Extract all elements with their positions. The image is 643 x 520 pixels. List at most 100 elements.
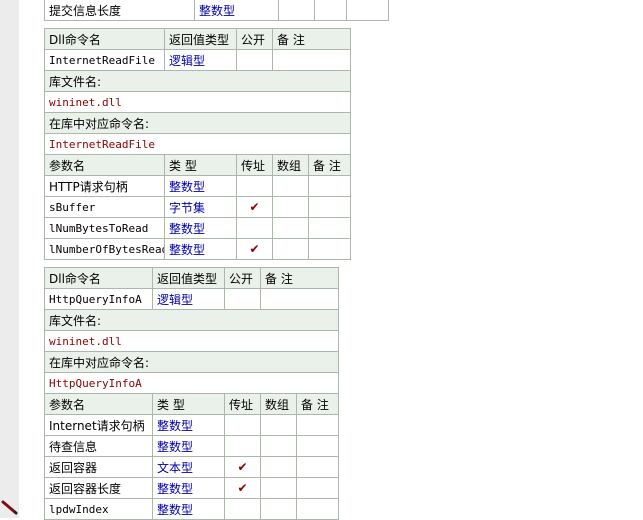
table-row[interactable]: lNumberOfBytesRead 整数型 ✔ bbox=[44, 238, 352, 260]
note-cell[interactable] bbox=[307, 175, 352, 197]
return-type[interactable]: 逻辑型 bbox=[164, 49, 237, 71]
alias-label: 在库中对应命令名: bbox=[43, 351, 340, 373]
param-type[interactable]: 整数型 bbox=[152, 414, 225, 436]
alias-value[interactable]: InternetReadFile bbox=[43, 133, 352, 155]
byref-checkbox[interactable] bbox=[224, 435, 261, 457]
param-name[interactable]: HTTP请求句柄 bbox=[44, 175, 165, 197]
table-row[interactable]: 返回容器 文本型 ✔ bbox=[44, 456, 340, 478]
column-header: 参数名 bbox=[44, 154, 165, 176]
table-row[interactable]: lpdwIndex 整数型 bbox=[44, 498, 340, 520]
column-header: 备 注 bbox=[307, 154, 352, 176]
column-header: 公开 bbox=[224, 267, 261, 289]
note-cell[interactable] bbox=[295, 456, 340, 478]
array-checkbox[interactable] bbox=[260, 456, 297, 478]
column-header: 返回值类型 bbox=[152, 267, 225, 289]
byref-checkbox[interactable]: ✔ bbox=[224, 456, 261, 478]
column-header: 数组 bbox=[272, 154, 309, 176]
return-type[interactable]: 逻辑型 bbox=[152, 288, 225, 310]
public-cell[interactable] bbox=[236, 49, 273, 71]
array-checkbox[interactable] bbox=[272, 196, 309, 218]
note-cell[interactable] bbox=[307, 238, 352, 260]
param-header-row: 参数名 类 型 传址 数组 备 注 bbox=[44, 393, 340, 415]
table-row[interactable]: InternetReadFile 逻辑型 bbox=[44, 49, 352, 71]
note-cell[interactable] bbox=[307, 217, 352, 239]
column-header: 类 型 bbox=[152, 393, 225, 415]
column-header: 数组 bbox=[260, 393, 297, 415]
param-name[interactable]: lpdwIndex bbox=[44, 498, 153, 520]
array-checkbox[interactable] bbox=[260, 435, 297, 457]
array-checkbox[interactable] bbox=[272, 175, 309, 197]
param-name[interactable]: 返回容器长度 bbox=[44, 477, 153, 499]
param-name[interactable]: sBuffer bbox=[44, 196, 165, 218]
note-cell[interactable] bbox=[295, 435, 340, 457]
param-name[interactable]: lNumBytesToRead bbox=[44, 217, 165, 239]
param-type[interactable]: 整数型 bbox=[152, 477, 225, 499]
table-header-row: Dll命令名 返回值类型 公开 备 注 bbox=[44, 267, 340, 289]
note-cell[interactable] bbox=[295, 414, 340, 436]
table-row[interactable]: sBuffer 字节集 ✔ bbox=[44, 196, 352, 218]
note-cell[interactable] bbox=[307, 196, 352, 218]
column-header: Dll命令名 bbox=[44, 28, 165, 50]
table-row[interactable]: 待查信息 整数型 bbox=[44, 435, 340, 457]
table-row[interactable]: lNumBytesToRead 整数型 bbox=[44, 217, 352, 239]
param-type[interactable]: 整数型 bbox=[164, 175, 237, 197]
table-row[interactable]: 返回容器长度 整数型 ✔ bbox=[44, 477, 340, 499]
column-header: 备 注 bbox=[271, 28, 352, 50]
table-row[interactable]: HttpQueryInfoA 逻辑型 bbox=[44, 288, 340, 310]
byref-checkbox[interactable]: ✔ bbox=[224, 477, 261, 499]
column-header: 备 注 bbox=[259, 267, 340, 289]
param-type[interactable]: 字节集 bbox=[164, 196, 237, 218]
param-type[interactable]: 整数型 bbox=[164, 217, 237, 239]
lib-value[interactable]: wininet.dll bbox=[43, 91, 352, 113]
alias-label: 在库中对应命令名: bbox=[43, 112, 352, 134]
param-name[interactable]: 待查信息 bbox=[44, 435, 153, 457]
column-header: 公开 bbox=[236, 28, 273, 50]
column-header: 类 型 bbox=[164, 154, 237, 176]
table-row[interactable]: Internet请求句柄 整数型 bbox=[44, 414, 340, 436]
param-type[interactable]: 整数型 bbox=[152, 435, 225, 457]
dll-command-table-internetreadfile: Dll命令名 返回值类型 公开 备 注 InternetReadFile 逻辑型… bbox=[43, 28, 352, 260]
param-type[interactable]: 整数型 bbox=[152, 498, 225, 520]
command-name[interactable]: InternetReadFile bbox=[44, 49, 165, 71]
param-name[interactable]: Internet请求句柄 bbox=[44, 414, 153, 436]
param-type[interactable]: 整数型 bbox=[164, 238, 237, 260]
lib-value[interactable]: wininet.dll bbox=[43, 330, 340, 352]
alias-value[interactable]: HttpQueryInfoA bbox=[43, 372, 340, 394]
array-checkbox[interactable] bbox=[260, 498, 297, 520]
param-header-row: 参数名 类 型 传址 数组 备 注 bbox=[44, 154, 352, 176]
column-header: 返回值类型 bbox=[164, 28, 237, 50]
byref-checkbox[interactable] bbox=[224, 414, 261, 436]
edit-pencil-icon bbox=[1, 500, 18, 515]
byref-checkbox[interactable]: ✔ bbox=[236, 196, 273, 218]
column-header: Dll命令名 bbox=[44, 267, 153, 289]
byref-checkbox[interactable] bbox=[224, 498, 261, 520]
array-checkbox[interactable] bbox=[260, 477, 297, 499]
param-name[interactable]: 提交信息长度 bbox=[44, 0, 195, 21]
byref-checkbox[interactable] bbox=[236, 217, 273, 239]
table-row[interactable]: 提交信息长度 整数型 bbox=[44, 0, 389, 21]
param-name[interactable]: lNumberOfBytesRead bbox=[44, 238, 165, 260]
column-header: 参数名 bbox=[44, 393, 153, 415]
note-cell[interactable] bbox=[295, 498, 340, 520]
note-cell[interactable] bbox=[259, 288, 340, 310]
table-row[interactable]: HTTP请求句柄 整数型 bbox=[44, 175, 352, 197]
param-type[interactable]: 整数型 bbox=[194, 0, 279, 21]
array-checkbox[interactable] bbox=[272, 217, 309, 239]
byref-checkbox[interactable]: ✔ bbox=[236, 238, 273, 260]
table-header-row: Dll命令名 返回值类型 公开 备 注 bbox=[44, 28, 352, 50]
public-cell[interactable] bbox=[224, 288, 261, 310]
array-checkbox[interactable] bbox=[272, 238, 309, 260]
command-name[interactable]: HttpQueryInfoA bbox=[44, 288, 153, 310]
editor-gutter bbox=[0, 0, 19, 518]
byref-checkbox[interactable] bbox=[236, 175, 273, 197]
column-header: 备 注 bbox=[295, 393, 340, 415]
previous-params-table: 提交信息长度 整数型 bbox=[44, 0, 389, 21]
dll-command-table-httpqueryinfoa: Dll命令名 返回值类型 公开 备 注 HttpQueryInfoA 逻辑型 库… bbox=[43, 267, 340, 520]
array-checkbox[interactable] bbox=[260, 414, 297, 436]
column-header: 传址 bbox=[224, 393, 261, 415]
param-name[interactable]: 返回容器 bbox=[44, 456, 153, 478]
lib-label: 库文件名: bbox=[43, 309, 340, 331]
note-cell[interactable] bbox=[295, 477, 340, 499]
param-type[interactable]: 文本型 bbox=[152, 456, 225, 478]
note-cell[interactable] bbox=[271, 49, 352, 71]
